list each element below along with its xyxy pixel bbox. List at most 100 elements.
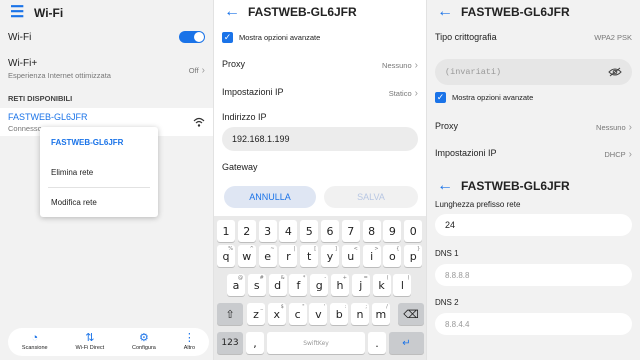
enter-key[interactable]: ↵ [389,332,424,354]
checkbox-checked-icon[interactable]: ✓ [435,91,446,103]
back-arrow-icon[interactable]: ← [224,4,242,20]
key-n[interactable]: n; [351,303,369,325]
key-0[interactable]: 0 [404,220,423,242]
key-a[interactable]: a @ [227,274,245,296]
more-button[interactable]: ⋮ Altro [184,333,195,352]
key-k[interactable]: k( [372,274,391,296]
chevron-right-icon: › [628,122,632,133]
key-u[interactable]: u < [341,245,360,267]
scan-icon: ◔ [31,332,39,344]
scan-button[interactable]: ◔ Scansione [21,332,48,352]
section-title: RETI DISPONIBILI [8,93,73,103]
swiftkey-brand: SwiftKey [303,339,329,347]
key-5[interactable]: 5 [300,220,319,242]
checkbox-checked-icon[interactable]: ✓ [222,31,233,43]
wifi-lock-icon [193,117,205,127]
key-secondary: ] [335,246,337,252]
comma-key[interactable]: , [246,332,264,354]
chevron-right-icon: › [414,60,418,71]
key-d[interactable]: d & [268,274,287,296]
key-e[interactable]: e ~ [258,245,277,267]
advanced-options-row[interactable]: ✓ Mostra opzioni avanzate [214,30,426,44]
period-key[interactable]: . [368,332,386,354]
key-s[interactable]: s # [247,274,266,296]
back-arrow-icon[interactable]: ← [437,4,455,20]
key-4[interactable]: 4 [279,220,298,242]
wifi-toggle[interactable] [179,31,205,43]
proxy-row[interactable]: Proxy Nessuno › [214,55,426,73]
advanced-options-row[interactable]: ✓ Mostra opzioni avanzate [427,90,640,104]
wifi-direct-label: Wi-Fi Direct [75,345,105,351]
eye-off-icon[interactable] [608,67,622,77]
key-l[interactable]: l) [393,274,412,296]
key-secondary: - [324,275,327,281]
key-b[interactable]: b: [330,303,349,325]
ip-settings-row[interactable]: Impostazioni IP Statico › [214,83,426,101]
key-7[interactable]: 7 [341,220,360,242]
configure-button[interactable]: ⚙ Configura [132,333,156,352]
key-y[interactable]: y] [321,245,339,267]
key-m[interactable]: m / [371,303,390,325]
key-v[interactable]: v ' [309,303,328,325]
encryption-value: WPA2 PSK [594,32,632,42]
save-button[interactable]: SALVA [324,186,418,208]
key-h[interactable]: h + [331,274,349,296]
ip-address-label: Indirizzo IP [222,112,267,122]
key-2[interactable]: 2 [237,220,256,242]
wifiplus-row[interactable]: Wi-Fi+ Esperienza Internet ottimizzata O… [0,54,213,84]
key-8[interactable]: 8 [362,220,381,242]
key-t[interactable]: t[ [300,245,319,267]
key-c[interactable]: c " [288,303,307,325]
cancel-button[interactable]: ANNULLA [224,186,316,208]
proxy-value: Nessuno [382,61,412,70]
key-6[interactable]: 6 [321,220,339,242]
key-secondary: } [417,246,421,252]
key-3[interactable]: 3 [258,220,277,242]
proxy-row[interactable]: Proxy Nessuno › [427,117,640,135]
wifi-direct-button[interactable]: ⇅ Wi-Fi Direct [75,333,105,352]
scan-label: Scansione [21,345,48,351]
key-secondary: ) [407,275,410,281]
ip-address-input[interactable]: 192.168.1.199 [222,127,418,151]
password-input[interactable]: (invariati) [435,59,632,85]
space-key[interactable]: SwiftKey [267,332,365,354]
modify-network-item[interactable]: Modifica rete [40,188,158,217]
shift-key[interactable]: ⇧ [217,303,243,325]
chevron-right-icon: › [414,88,418,99]
network-title: FASTWEB-GL6JFR [461,5,570,19]
numbers-key[interactable]: 123 [217,332,243,354]
key-f[interactable]: f * [289,274,308,296]
wifiplus-value: Off [188,66,199,75]
key-q[interactable]: q% [217,245,235,267]
chevron-right-icon: › [201,65,205,76]
key-z[interactable]: z _ [247,303,265,325]
header: ← FASTWEB-GL6JFR [427,0,640,24]
prefix-label-row: Lunghezza prefisso rete [427,198,640,210]
key-p[interactable]: p} [404,245,423,267]
ip-settings-value: Statico [388,89,412,98]
network-details-panel: ← FASTWEB-GL6JFR Tipo crittografia WPA2 … [426,0,640,360]
key-9[interactable]: 9 [383,220,402,242]
key-secondary: # [259,275,264,281]
key-o[interactable]: o{ [383,245,402,267]
key-g[interactable]: g- [310,274,329,296]
key-r[interactable]: r | [279,245,298,267]
key-x[interactable]: x $ [267,303,286,325]
advanced-options-label: Mostra opzioni avanzate [452,92,534,102]
dns2-input[interactable]: 8.8.4.4 [435,313,632,335]
key-j[interactable]: j = [351,274,370,296]
back-arrow-icon[interactable]: ← [437,178,455,194]
ip-settings-row[interactable]: Impostazioni IP DHCP › [427,144,640,162]
ip-address-label-row: Indirizzo IP [214,110,426,124]
delete-network-item[interactable]: Elimina rete [40,158,158,187]
wifi-toggle-row[interactable]: Wi-Fi [0,27,213,47]
dns1-input[interactable]: 8.8.8.8 [435,264,632,286]
backspace-key[interactable]: ⌫ [398,303,424,325]
key-secondary: : [344,304,347,310]
key-1[interactable]: 1 [217,220,235,242]
key-i[interactable]: i > [362,245,381,267]
prefix-input[interactable]: 24 [435,214,632,236]
hamburger-icon[interactable]: ☰ [10,5,28,21]
key-secondary: ' [324,304,326,310]
key-w[interactable]: w ^ [237,245,256,267]
